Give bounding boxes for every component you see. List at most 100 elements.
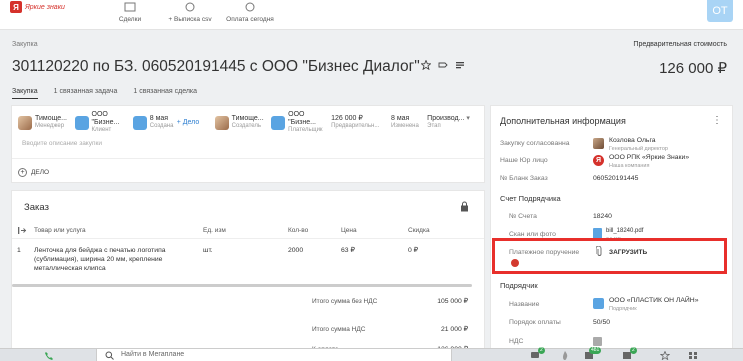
payment-terms-label: Порядок оплаты	[509, 319, 561, 326]
legal-entity-name[interactable]: ООО РПК «Яркие Знаки»	[609, 154, 689, 161]
column-settings-icon[interactable]	[18, 227, 27, 234]
calendar-icon	[132, 115, 147, 130]
tab-related-task[interactable]: 1 связанная задача	[54, 88, 118, 99]
blank-label: № Бланк Заказ	[500, 175, 548, 182]
participant-role: Менеджер	[35, 123, 65, 129]
plus-icon: +	[18, 168, 27, 177]
divider	[12, 158, 484, 159]
breadcrumb[interactable]: Закупка	[12, 41, 38, 48]
app-grid-icon[interactable]	[688, 351, 698, 360]
supplier-invoice-title: Счет Подрядчика	[500, 194, 561, 203]
title-actions	[421, 60, 465, 70]
phone-icon[interactable]	[44, 351, 54, 360]
tab-related-deal[interactable]: 1 связанная сделка	[133, 88, 197, 99]
divider	[12, 238, 484, 239]
contractor-name[interactable]: ООО «ПЛАСТИК ОН ЛАЙН»	[609, 297, 698, 304]
vat-label: НДС	[509, 338, 524, 345]
stage-name: Производ...	[427, 115, 465, 122]
participant-role: Плательщик	[288, 127, 323, 133]
search-icon	[105, 351, 114, 360]
participants-card: Тимоще... Менеджер ООО "Бизне... Клиент 8 …	[11, 105, 485, 183]
tag-icon[interactable]	[438, 60, 448, 70]
invoice-number-value: 18240	[593, 213, 612, 220]
search-input[interactable]: Найти в Мегаплане	[96, 349, 452, 361]
participants-row: Тимоще... Менеджер ООО "Бизне... Клиент 8 …	[12, 106, 484, 139]
tasks-badge: 481	[589, 347, 602, 354]
add-deal-link[interactable]: + Дело	[177, 119, 211, 126]
company-logo-icon: Я	[593, 155, 604, 166]
nav-deals[interactable]: Сделки	[100, 0, 160, 23]
avatar	[214, 115, 229, 130]
participant-role: Изменена	[390, 123, 419, 129]
nav-statement[interactable]: + Выписка csv	[160, 0, 220, 23]
fire-icon[interactable]	[560, 351, 570, 360]
star-icon[interactable]	[421, 60, 431, 70]
bottom-bar: Найти в Мегаплане 2 481 2	[0, 347, 743, 361]
top-nav: Сделки + Выписка csv Оплата сегодня	[100, 0, 280, 23]
avatar	[18, 115, 32, 130]
participant-name: Производ... ▾	[427, 115, 470, 123]
globe-icon	[185, 2, 195, 12]
participant-stage[interactable]: Производ... ▾ Этап	[427, 115, 478, 130]
total-no-vat-label: Итого сумма без НДС	[312, 298, 378, 305]
messages-widget[interactable]: 2	[622, 347, 637, 360]
column-price: Цена	[341, 227, 357, 234]
row-qty: 2000	[288, 247, 304, 254]
column-unit: Ед. изм	[203, 227, 226, 234]
participant-client[interactable]: ООО "Бизне... Клиент	[74, 111, 129, 134]
vat-checkbox[interactable]	[593, 337, 602, 346]
add-deal-button[interactable]: + ДЕЛО	[18, 168, 49, 177]
order-card: Заказ Товар или услуга Ед. изм Кол-во Це…	[11, 190, 485, 361]
logo-text: Яркие знаки	[25, 3, 65, 11]
participant-payer[interactable]: ООО "Бизне... Плательщик	[271, 111, 327, 134]
invoice-number-label: № Счета	[509, 213, 537, 220]
tab-purchase[interactable]: Закупка	[12, 88, 38, 99]
participant-role: Создана	[149, 123, 174, 129]
chat-widget[interactable]: 2	[530, 347, 545, 360]
participant-name: 8 мая	[149, 115, 169, 122]
user-avatar[interactable]: ОТ	[707, 0, 733, 22]
pre-cost-label: Предварительная стоимость	[633, 41, 727, 48]
participant-role: Этап	[427, 123, 441, 129]
legal-entity-sub: Наша компания	[609, 163, 650, 169]
scan-file-name[interactable]: bill_18240.pdf	[606, 228, 643, 234]
participant-role: Предварительн...	[331, 123, 380, 129]
chat-badge: 2	[538, 347, 545, 354]
more-vertical-icon[interactable]: ⋮	[712, 115, 722, 126]
nav-payment-today[interactable]: Оплата сегодня	[220, 0, 280, 23]
participant-creator[interactable]: Тимоще... Создатель	[214, 115, 268, 130]
star-icon[interactable]	[660, 351, 670, 360]
participant-precost: 126 000 ₽ Предварительн...	[331, 115, 387, 130]
messages-badge: 2	[630, 347, 637, 354]
price-value: 126 000 ₽	[659, 60, 727, 77]
deal-button-label: ДЕЛО	[31, 169, 50, 176]
participant-name: 126 000 ₽	[331, 115, 363, 122]
menu-icon[interactable]	[455, 60, 465, 70]
participant-name: Тимоще...	[231, 115, 264, 122]
total-vat-label: Итого сумма НДС	[312, 326, 366, 333]
contractor-title: Подрядчик	[500, 281, 538, 290]
total-no-vat-value: 105 000 ₽	[437, 298, 468, 305]
company-logo[interactable]: Я Яркие знаки	[10, 0, 80, 14]
participant-name: 8 мая	[390, 115, 410, 122]
tabs: Закупка 1 связанная задача 1 связанная с…	[12, 88, 197, 99]
additional-info-card: Дополнительная информация ⋮ Закупку согл…	[490, 105, 733, 361]
lock-icon[interactable]	[460, 201, 469, 212]
participant-role: Создатель	[231, 123, 262, 129]
tasks-widget[interactable]: 481	[584, 347, 602, 360]
approved-name[interactable]: Козлова Ольга	[609, 137, 656, 144]
page-title: 301120220 по БЗ. 060520191445 с ООО "Биз…	[12, 58, 420, 75]
blank-value: 060520191445	[593, 175, 639, 182]
payment-terms-value: 50/50	[593, 319, 611, 326]
row-unit: шт.	[203, 247, 213, 254]
participant-manager[interactable]: Тимоще... Менеджер	[18, 115, 71, 130]
company-icon	[74, 115, 89, 130]
chevron-down-icon: ▾	[466, 115, 470, 122]
company-icon	[593, 298, 604, 309]
horizontal-scrollbar[interactable]	[12, 284, 472, 287]
deals-icon	[124, 2, 136, 12]
legal-entity-label: Наше Юр лицо	[500, 157, 548, 164]
description-input[interactable]: Вводите описание закупки	[22, 140, 102, 147]
scan-label: Скан или фото	[509, 231, 556, 238]
row-price: 63 ₽	[341, 247, 355, 254]
